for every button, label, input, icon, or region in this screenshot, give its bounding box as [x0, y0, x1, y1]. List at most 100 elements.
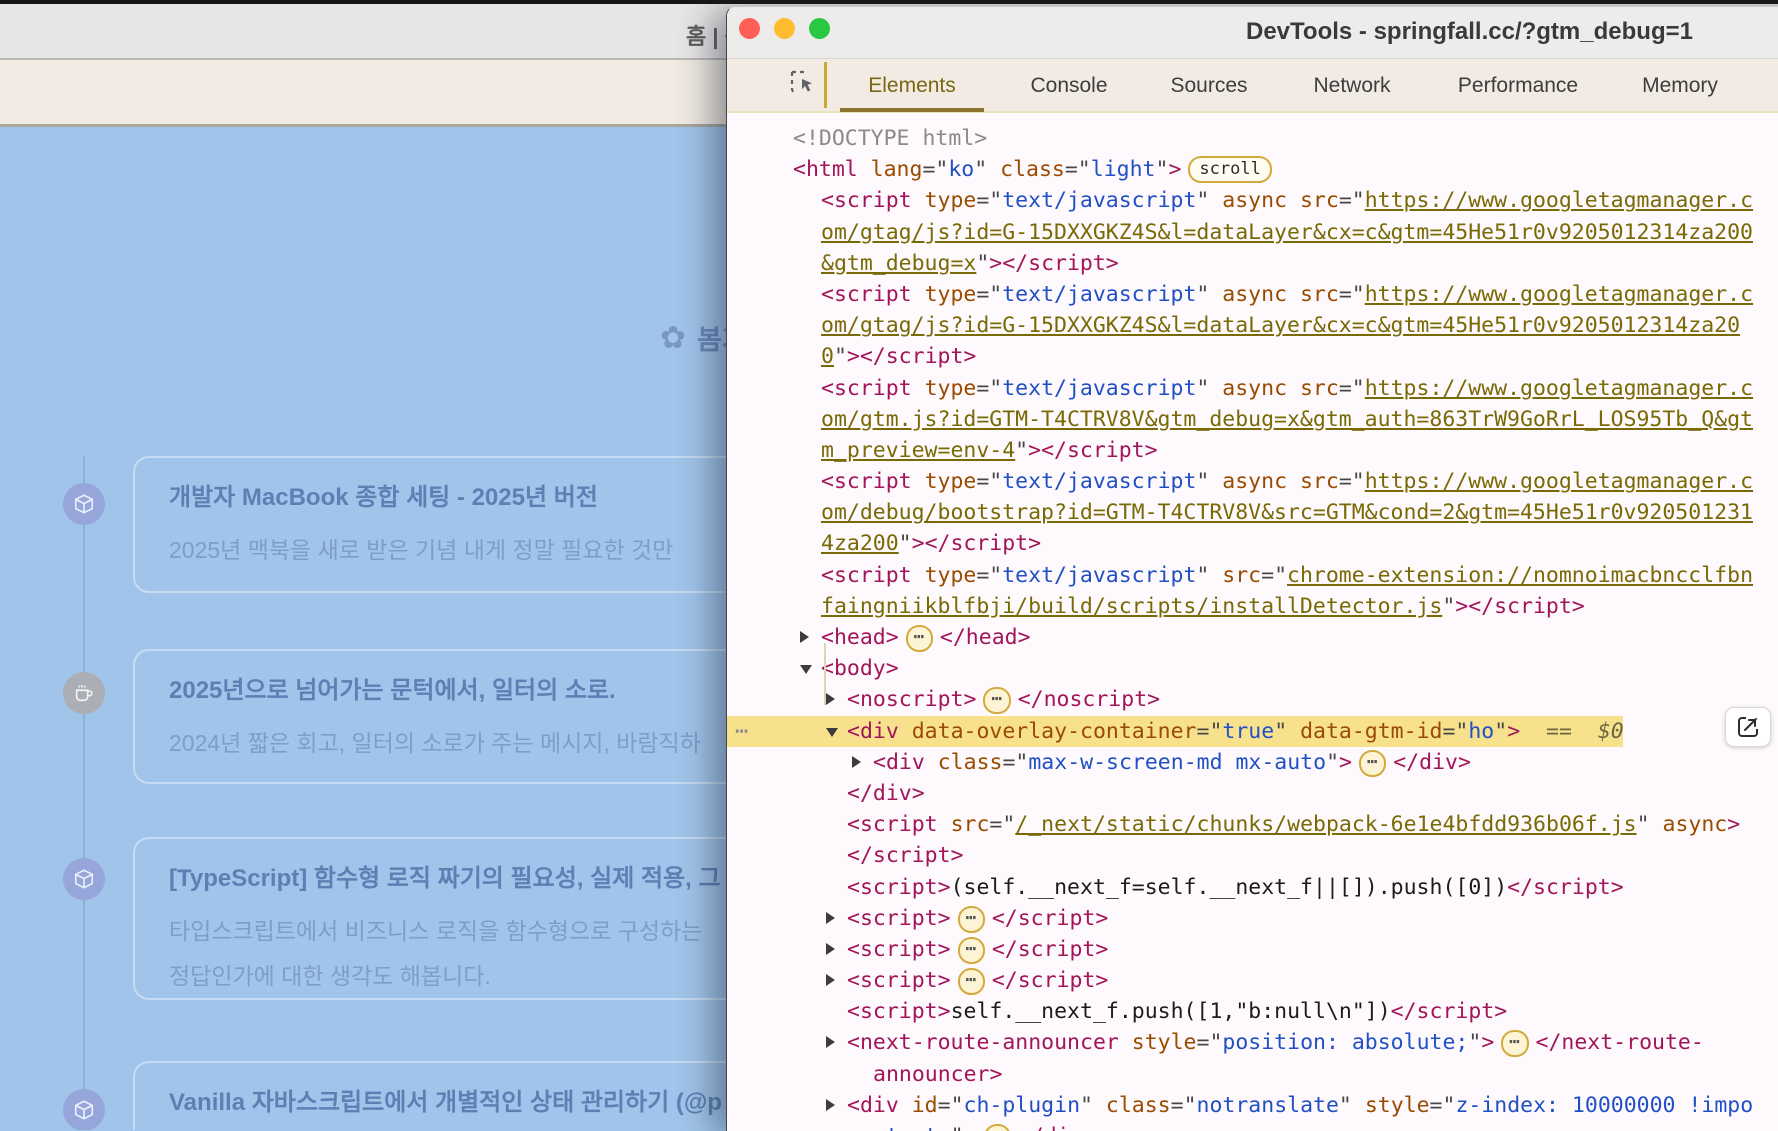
code-token: " [1196, 188, 1222, 213]
dom-tree-line[interactable]: om/gtm.js?id=GTM-T4CTRV8V&gtm_debug=x&gt… [727, 404, 1778, 435]
expand-arrow-icon[interactable] [826, 943, 835, 955]
tab-memory[interactable]: Memory [1630, 71, 1730, 101]
minimize-button[interactable] [774, 18, 795, 39]
code-token: =" [976, 376, 1002, 401]
dom-tree-line[interactable]: <next-route-announcer style="position: a… [727, 1027, 1778, 1058]
scroll-into-view-button[interactable] [1725, 707, 1771, 747]
scroll-badge[interactable]: scroll [1188, 156, 1271, 183]
code-token: src [1300, 188, 1339, 213]
dom-tree-line[interactable]: &gtm_debug=x"></script> [727, 248, 1778, 279]
collapsed-content-ellipsis[interactable]: ⋯ [958, 906, 985, 933]
devtools-toolbar: Elements Console Sources Network Perform… [727, 59, 1778, 113]
tab-sources[interactable]: Sources [1159, 71, 1259, 101]
code-token: " [976, 251, 989, 276]
collapsed-content-ellipsis[interactable]: ⋯ [906, 625, 933, 652]
dom-tree-line[interactable]: <script>self.__next_f.push([1,"b:null\n"… [727, 996, 1778, 1027]
code-token: data-gtm-id [1300, 719, 1442, 744]
dom-tree-line[interactable]: <noscript>⋯</noscript> [727, 684, 1778, 715]
code-token: type [925, 376, 977, 401]
collapsed-content-ellipsis[interactable]: ⋯ [958, 937, 985, 964]
dom-tree-line[interactable]: </script> [727, 840, 1778, 871]
code-token: light [1091, 157, 1156, 182]
collapse-arrow-icon[interactable] [826, 728, 838, 737]
cube-icon [63, 483, 105, 525]
dom-tree-line[interactable]: <div id="ch-plugin" class="notranslate" … [727, 1090, 1778, 1121]
dom-tree-line[interactable]: <script type="text/javascript" async src… [727, 373, 1778, 404]
dom-tree-line[interactable]: announcer> [727, 1059, 1778, 1090]
code-token: =" [976, 563, 1002, 588]
inspect-element-icon[interactable] [789, 69, 816, 96]
code-token: async [1222, 469, 1287, 494]
expand-arrow-icon[interactable] [826, 912, 835, 924]
cube-icon [63, 858, 105, 900]
code-token: style [1365, 1093, 1430, 1118]
dom-tree-line[interactable]: <script>⋯</script> [727, 903, 1778, 934]
dom-tree-line[interactable]: om/gtag/js?id=G-15DXXGKZ4S&l=dataLayer&c… [727, 310, 1778, 341]
dom-tree-line[interactable]: <html lang="ko" class="light">scroll [727, 154, 1778, 185]
dom-tree-line[interactable]: om/gtag/js?id=G-15DXXGKZ4S&l=dataLayer&c… [727, 217, 1778, 248]
collapsed-content-ellipsis[interactable]: ⋯ [983, 687, 1010, 714]
dom-tree-line[interactable]: <script type="text/javascript" async src… [727, 466, 1778, 497]
code-token: == $0 [1520, 719, 1624, 744]
code-token: =" [1339, 188, 1365, 213]
dom-tree-line[interactable]: <script>⋯</script> [727, 965, 1778, 996]
zoom-button[interactable] [809, 18, 830, 39]
code-token: src [1300, 376, 1339, 401]
code-token: <script [821, 282, 925, 307]
code-token [1287, 282, 1300, 307]
collapse-arrow-icon[interactable] [800, 665, 812, 674]
code-token: =" [976, 188, 1002, 213]
expand-arrow-icon[interactable] [826, 693, 835, 705]
dom-tree-line[interactable]: <script type="text/javascript" async src… [727, 185, 1778, 216]
expand-arrow-icon[interactable] [852, 756, 861, 768]
dom-tree-line[interactable]: <!DOCTYPE html> [727, 123, 1778, 154]
toolbar-divider [824, 62, 827, 108]
dom-tree-line[interactable]: 0"></script> [727, 341, 1778, 372]
code-token: " [1637, 812, 1663, 837]
dom-tree-line[interactable]: <script type="text/javascript" async src… [727, 279, 1778, 310]
expand-arrow-icon[interactable] [826, 1036, 835, 1048]
code-token: </noscript> [1018, 687, 1160, 712]
code-token: " [1080, 1093, 1106, 1118]
dom-tree-line[interactable]: <script type="text/javascript" src="chro… [727, 560, 1778, 591]
code-token: https://www.googletagmanager.c [1365, 188, 1753, 213]
code-token: > [1481, 1030, 1494, 1055]
close-button[interactable] [739, 18, 760, 39]
dom-tree-line[interactable]: m_preview=env-4"></script> [727, 435, 1778, 466]
dom-tree-line[interactable]: <script>(self.__next_f=self.__next_f||[]… [727, 872, 1778, 903]
dom-tree-line[interactable]: om/debug/bootstrap?id=GTM-T4CTRV8V&src=G… [727, 497, 1778, 528]
tab-network[interactable]: Network [1302, 71, 1402, 101]
code-token: ho [1468, 719, 1494, 744]
tab-elements[interactable]: Elements [840, 71, 984, 101]
dom-tree-line[interactable]: <script src="/_next/static/chunks/webpac… [727, 809, 1778, 840]
dom-tree-line[interactable]: </div> [727, 778, 1778, 809]
dom-tree-line[interactable]: <body> [727, 653, 1778, 684]
code-token: m_preview=env-4 [821, 438, 1015, 463]
timeline-line [83, 456, 85, 1130]
code-token: =" [989, 812, 1015, 837]
dom-tree-line[interactable]: <div class="max-w-screen-md mx-auto">⋯</… [727, 747, 1778, 778]
dom-tree-line[interactable]: <script>⋯</script> [727, 934, 1778, 965]
code-token: self.__next_f.push([1,"b:null\n"]) [951, 999, 1391, 1024]
expand-arrow-icon[interactable] [826, 1099, 835, 1111]
collapsed-content-ellipsis[interactable]: ⋯ [1359, 750, 1386, 777]
dom-tree-line[interactable]: 4za200"></script> [727, 528, 1778, 559]
code-token: =" [1339, 469, 1365, 494]
selected-dom-node[interactable]: ⋯<div data-overlay-container="true" data… [727, 716, 1623, 747]
code-token: =" [1442, 719, 1468, 744]
code-token: text/javascript [1002, 563, 1196, 588]
expand-arrow-icon[interactable] [800, 631, 809, 643]
collapsed-content-ellipsis[interactable]: ⋯ [958, 968, 985, 995]
devtools-titlebar[interactable]: DevTools - springfall.cc/?gtm_debug=1 [727, 7, 1778, 59]
tab-console[interactable]: Console [1019, 71, 1119, 101]
code-token: https://www.googletagmanager.c [1365, 282, 1753, 307]
dom-tree-line[interactable]: faingniikblfbji/build/scripts/installDet… [727, 591, 1778, 622]
expand-arrow-icon[interactable] [826, 974, 835, 986]
collapsed-content-ellipsis[interactable]: ⋯ [1501, 1030, 1528, 1057]
tab-performance[interactable]: Performance [1448, 71, 1588, 101]
code-token: ></script> [912, 531, 1041, 556]
elements-tree[interactable]: <!DOCTYPE html><html lang="ko" class="li… [727, 111, 1778, 1131]
dom-tree-line[interactable]: <head>⋯</head> [727, 622, 1778, 653]
node-options-dots[interactable]: ⋯ [735, 716, 748, 747]
code-token: ></script> [989, 251, 1118, 276]
